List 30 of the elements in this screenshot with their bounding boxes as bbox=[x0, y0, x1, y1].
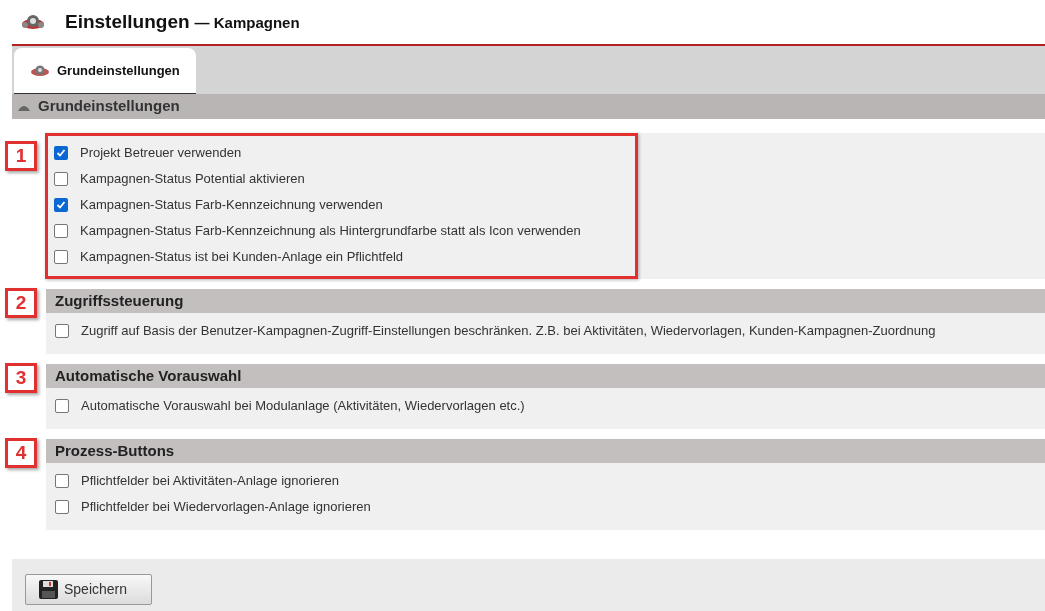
option-label: Kampagnen-Status ist bei Kunden-Anlage ein Pflichtfeld bbox=[80, 247, 404, 266]
callout-number: 4 bbox=[5, 438, 37, 468]
option-label: Projekt Betreuer verwenden bbox=[80, 143, 242, 162]
section-header: Automatische Vorauswahl bbox=[55, 365, 242, 386]
window-subtitle: — Kampagnen bbox=[194, 13, 300, 34]
checkbox[interactable] bbox=[55, 499, 69, 514]
save-button[interactable]: Speichern bbox=[25, 573, 152, 605]
option-label: Pflichtfelder bei Aktivitäten-Anlage ignorieren bbox=[81, 471, 339, 490]
section-header: Prozess-Buttons bbox=[55, 440, 175, 461]
checkbox[interactable] bbox=[54, 249, 68, 264]
callout-number: 1 bbox=[5, 141, 37, 171]
option-label: Kampagnen-Status Farb-Kennzeichnung verwenden bbox=[80, 195, 383, 214]
window-title: Einstellungen bbox=[65, 9, 190, 34]
checkbox[interactable] bbox=[55, 323, 69, 338]
option-label: Pflichtfelder bei Wiedervorlagen-Anlage ignorieren bbox=[81, 497, 371, 516]
option-label: Kampagnen-Status Potential aktivieren bbox=[80, 169, 305, 188]
panel-header: Grundeinstellungen bbox=[38, 96, 180, 117]
option-label: Automatische Vorauswahl bei Modulanlage (Aktivitäten, Wiedervorlagen etc.) bbox=[81, 396, 525, 415]
checkbox[interactable] bbox=[54, 145, 68, 160]
checkbox[interactable] bbox=[54, 223, 68, 238]
checkbox[interactable] bbox=[54, 171, 68, 186]
checkbox[interactable] bbox=[54, 197, 68, 212]
option-label: Zugriff auf Basis der Benutzer-Kampagnen-Zugriff-Einstellungen beschränken. Z.B. bei Aktivitäten, Wiedervorlagen, Kunden-Kampagnen-Zuordnung bbox=[81, 321, 936, 340]
tab[interactable]: Grundeinstellungen bbox=[14, 48, 196, 94]
callout-number: 2 bbox=[5, 288, 37, 318]
checkbox[interactable] bbox=[55, 398, 69, 413]
option-label: Kampagnen-Status Farb-Kennzeichnung als Hintergrundfarbe statt als Icon verwenden bbox=[80, 221, 581, 240]
section-header: Zugriffssteuerung bbox=[55, 290, 184, 311]
callout-number: 3 bbox=[5, 363, 37, 393]
checkbox[interactable] bbox=[55, 473, 69, 488]
